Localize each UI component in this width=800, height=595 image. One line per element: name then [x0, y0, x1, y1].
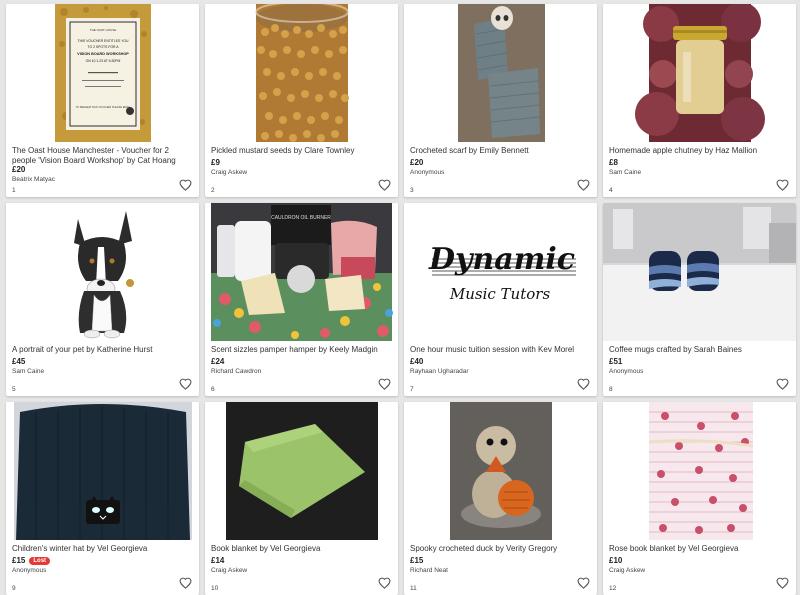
listing-card[interactable]: Coffee mugs crafted by Sarah Baines £51 … — [603, 203, 796, 396]
listing-number: 5 — [12, 386, 16, 393]
listing-image[interactable] — [6, 402, 199, 540]
listing-image[interactable] — [603, 402, 796, 540]
listing-number: 2 — [211, 187, 215, 194]
listing-seller: Rayhaan Ugharadar — [410, 368, 469, 375]
listing-card[interactable]: A portrait of your pet by Katherine Hurs… — [6, 203, 199, 396]
listing-number: 10 — [211, 585, 219, 592]
listing-price: £20 — [410, 158, 424, 167]
listing-image[interactable]: CAULDRON OIL BURNER — [205, 203, 398, 341]
listing-number: 12 — [609, 585, 617, 592]
listing-card[interactable]: CAULDRON OIL BURNER Scent sizzles pamper… — [205, 203, 398, 396]
listing-image[interactable]: THE OAST HOUSE THIS VOUCHER ENTITLES YOU… — [6, 4, 199, 142]
listing-price: £45 — [12, 357, 26, 366]
listing-number: 1 — [12, 187, 16, 194]
listing-seller: Craig Askew — [609, 567, 646, 574]
listing-number: 8 — [609, 386, 613, 393]
heart-outline-icon[interactable] — [776, 577, 789, 589]
listing-image[interactable] — [603, 4, 796, 142]
listing-card[interactable]: Pickled mustard seeds by Clare Townley £… — [205, 4, 398, 197]
listing-price-value: £15 — [12, 556, 26, 565]
listing-number: 11 — [410, 585, 417, 592]
music-logo-title: Dynamic — [428, 242, 575, 277]
listing-seller: Anonymous — [12, 567, 47, 574]
listing-card[interactable]: Book blanket by Vel Georgieva £14 Craig … — [205, 402, 398, 595]
listing-image[interactable] — [205, 402, 398, 540]
listing-price: £8 — [609, 158, 618, 167]
listing-price: £20 — [12, 165, 26, 174]
listing-image[interactable] — [603, 203, 796, 341]
listing-price: £40 — [410, 357, 424, 366]
listing-title[interactable]: The Oast House Manchester - Voucher for … — [12, 146, 191, 166]
listing-grid: THE OAST HOUSE THIS VOUCHER ENTITLES YOU… — [0, 0, 800, 595]
heart-outline-icon[interactable] — [179, 577, 192, 589]
listing-number: 4 — [609, 187, 613, 194]
voucher-header: THE OAST HOUSE — [90, 28, 116, 32]
listing-number: 6 — [211, 386, 215, 393]
listing-seller: Richard Neat — [410, 567, 448, 574]
voucher-line: THIS VOUCHER ENTITLES YOU — [78, 39, 130, 43]
heart-outline-icon[interactable] — [577, 577, 590, 589]
music-logo-subtitle: Music Tutors — [449, 285, 551, 303]
listing-title[interactable]: Spooky crocheted duck by Verity Gregory — [410, 544, 589, 554]
listing-image[interactable]: Dynamic Music Tutors — [404, 203, 597, 341]
heart-outline-icon[interactable] — [378, 179, 391, 191]
listing-price: £24 — [211, 357, 225, 366]
listing-seller: Craig Askew — [211, 567, 248, 574]
listing-title[interactable]: Pickled mustard seeds by Clare Townley — [211, 146, 390, 156]
heart-outline-icon[interactable] — [776, 179, 789, 191]
listing-image[interactable] — [205, 4, 398, 142]
listing-title[interactable]: Coffee mugs crafted by Sarah Baines — [609, 345, 788, 355]
listing-image[interactable] — [6, 203, 199, 341]
listing-price: £15 — [410, 556, 424, 565]
listing-title[interactable]: Rose book blanket by Vel Georgieva — [609, 544, 788, 554]
listing-seller: Richard Cawdron — [211, 368, 262, 375]
heart-outline-icon[interactable] — [378, 577, 391, 589]
listing-title[interactable]: Book blanket by Vel Georgieva — [211, 544, 390, 554]
listing-title[interactable]: Homemade apple chutney by Haz Mallion — [609, 146, 788, 156]
listing-seller: Craig Askew — [211, 169, 248, 176]
listing-card[interactable]: Spooky crocheted duck by Verity Gregory … — [404, 402, 597, 595]
listing-title[interactable]: Children's winter hat by Vel Georgieva — [12, 544, 191, 554]
listing-image[interactable] — [404, 4, 597, 142]
listing-title[interactable]: Scent sizzles pamper hamper by Keely Mad… — [211, 345, 390, 355]
listing-number: 7 — [410, 386, 414, 393]
heart-outline-icon[interactable] — [577, 378, 590, 390]
listing-card[interactable]: THE OAST HOUSE THIS VOUCHER ENTITLES YOU… — [6, 4, 199, 197]
listing-title[interactable]: One hour music tuition session with Kev … — [410, 345, 589, 355]
listing-price: £15 Lost — [12, 556, 51, 565]
voucher-line: VISION BOARD WORKSHOP — [77, 52, 129, 56]
heart-outline-icon[interactable] — [179, 378, 192, 390]
listing-price: £14 — [211, 556, 225, 565]
listing-card[interactable]: Homemade apple chutney by Haz Mallion £8… — [603, 4, 796, 197]
listing-image[interactable] — [404, 402, 597, 540]
listing-seller: Beatrix Matyac — [12, 176, 55, 183]
voucher-line: ON 10.1.23 AT 6:30PM — [86, 59, 121, 63]
heart-outline-icon[interactable] — [179, 179, 192, 191]
listing-card[interactable]: Children's winter hat by Vel Georgieva £… — [6, 402, 199, 595]
heart-outline-icon[interactable] — [577, 179, 590, 191]
listing-title[interactable]: A portrait of your pet by Katherine Hurs… — [12, 345, 191, 355]
listing-card[interactable]: Dynamic Music Tutors One hour music tuit… — [404, 203, 597, 396]
listing-card[interactable]: Rose book blanket by Vel Georgieva £10 C… — [603, 402, 796, 595]
listing-seller: Sam Caine — [609, 169, 642, 176]
listing-number: 3 — [410, 187, 414, 194]
listing-price: £51 — [609, 357, 623, 366]
listing-seller: Anonymous — [609, 368, 644, 375]
listing-seller: Anonymous — [410, 169, 445, 176]
lost-badge: Lost — [29, 557, 51, 565]
listing-card[interactable]: Crocheted scarf by Emily Bennett £20 Ano… — [404, 4, 597, 197]
heart-outline-icon[interactable] — [378, 378, 391, 390]
hamper-box-text: CAULDRON OIL BURNER — [271, 215, 331, 221]
listing-price: £10 — [609, 556, 623, 565]
voucher-line: TO 2 SPOTS FOR A — [87, 45, 119, 49]
heart-outline-icon[interactable] — [776, 378, 789, 390]
voucher-footer: TO REDEEM THIS VOUCHER PLEASE EMAIL — [76, 105, 132, 109]
listing-title[interactable]: Crocheted scarf by Emily Bennett — [410, 146, 589, 156]
listing-seller: Sam Caine — [12, 368, 45, 375]
listing-price: £9 — [211, 158, 220, 167]
listing-number: 9 — [12, 585, 16, 592]
